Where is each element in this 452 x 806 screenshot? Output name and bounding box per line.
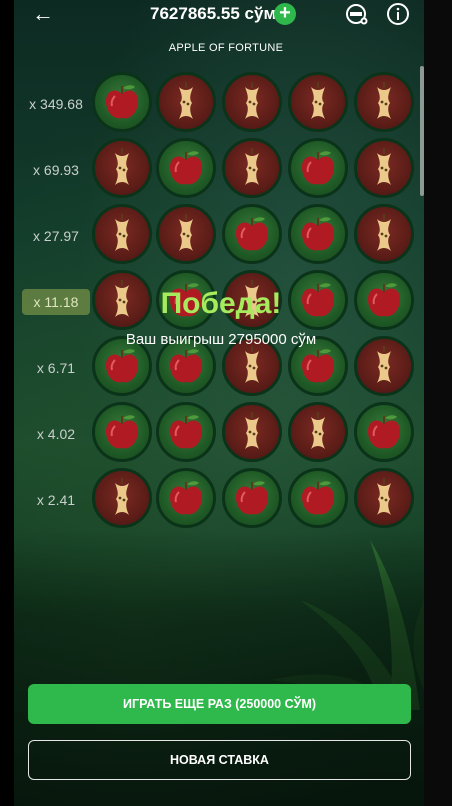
back-arrow-icon[interactable]: ← xyxy=(32,2,54,26)
apple-core-icon xyxy=(115,148,129,185)
apple-core-icon xyxy=(311,82,325,119)
apple-core-icon xyxy=(377,148,391,185)
apple-core-cell[interactable] xyxy=(92,138,152,198)
multiplier-label: x 2.41 xyxy=(36,492,76,508)
apple-icon xyxy=(367,415,401,449)
win-title: Победа! xyxy=(160,287,282,320)
apple-cell[interactable] xyxy=(222,204,282,264)
apple-icon xyxy=(169,151,203,185)
apple-core-icon xyxy=(377,82,391,119)
win-amount-text: Ваш выигрыш 2795000 сўм xyxy=(125,331,317,348)
apple-core-icon xyxy=(179,214,193,251)
apple-core-cell[interactable] xyxy=(354,468,414,528)
apple-cell[interactable] xyxy=(156,468,216,528)
apple-cell[interactable] xyxy=(354,402,414,462)
settings-icon[interactable] xyxy=(345,2,369,26)
apple-core-cell[interactable] xyxy=(288,72,348,132)
screen-edge xyxy=(424,0,452,806)
apple-cell[interactable] xyxy=(156,138,216,198)
apple-core-cell[interactable] xyxy=(354,204,414,264)
apple-cell[interactable] xyxy=(222,468,282,528)
apple-icon xyxy=(169,415,203,449)
apple-core-cell[interactable] xyxy=(222,72,282,132)
apple-icon xyxy=(105,85,139,119)
add-funds-icon[interactable]: + xyxy=(274,3,296,25)
apple-icon xyxy=(105,415,139,449)
apple-cell[interactable] xyxy=(156,402,216,462)
apple-core-icon xyxy=(245,412,259,449)
game-title: APPLE OF FORTUNE xyxy=(168,42,284,54)
apple-cell[interactable] xyxy=(92,402,152,462)
apple-core-icon xyxy=(245,82,259,119)
apple-cell[interactable] xyxy=(288,204,348,264)
apple-icon xyxy=(169,481,203,515)
apple-core-icon xyxy=(311,412,325,449)
apple-core-icon xyxy=(245,148,259,185)
apple-core-icon xyxy=(115,214,129,251)
apple-cell[interactable] xyxy=(288,138,348,198)
apple-core-icon xyxy=(115,478,129,515)
multiplier-label: x 4.02 xyxy=(36,426,76,442)
scrollbar[interactable] xyxy=(420,66,424,196)
apple-cell[interactable] xyxy=(92,72,152,132)
apple-core-cell[interactable] xyxy=(288,402,348,462)
apple-core-cell[interactable] xyxy=(354,72,414,132)
apple-core-cell[interactable] xyxy=(92,204,152,264)
info-icon[interactable] xyxy=(386,2,410,26)
multiplier-label: x 6.71 xyxy=(36,360,76,376)
play-again-button[interactable]: ИГРАТЬ ЕЩЕ РАЗ (250000 СЎМ) xyxy=(28,684,411,724)
apple-core-cell[interactable] xyxy=(156,204,216,264)
apple-cell[interactable] xyxy=(288,468,348,528)
apple-icon xyxy=(301,217,335,251)
new-bet-button[interactable]: НОВАЯ СТАВКА xyxy=(28,740,411,780)
apple-core-cell[interactable] xyxy=(354,138,414,198)
apple-icon xyxy=(235,217,269,251)
apple-core-icon xyxy=(179,82,193,119)
apple-icon xyxy=(235,481,269,515)
multiplier-label: x 27.97 xyxy=(33,228,79,244)
apple-core-cell[interactable] xyxy=(156,72,216,132)
apple-core-icon xyxy=(377,478,391,515)
apple-icon xyxy=(301,481,335,515)
top-bar: ← 7627865.55 сўм + xyxy=(0,0,452,32)
apple-core-icon xyxy=(377,214,391,251)
apple-core-cell[interactable] xyxy=(92,468,152,528)
multiplier-label: x 69.93 xyxy=(33,162,79,178)
apple-core-cell[interactable] xyxy=(222,402,282,462)
multiplier-label: x 349.68 xyxy=(29,96,83,112)
apple-core-cell[interactable] xyxy=(222,138,282,198)
balance-display: 7627865.55 сўм xyxy=(150,4,277,23)
apple-icon xyxy=(301,151,335,185)
